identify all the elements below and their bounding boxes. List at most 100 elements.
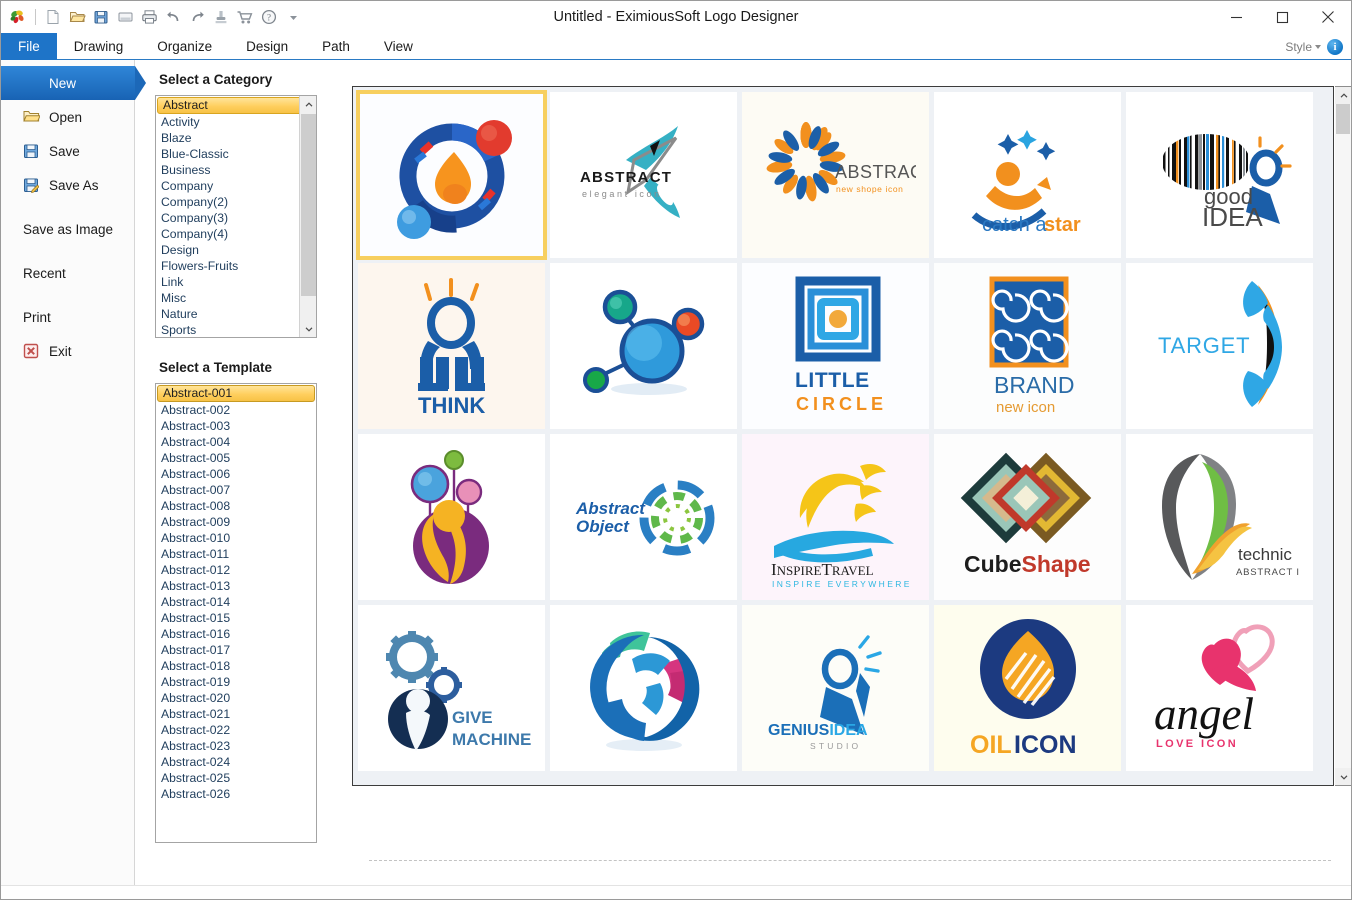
help-icon[interactable]: ? — [258, 6, 280, 28]
template-item[interactable]: Abstract-012 — [156, 562, 316, 578]
category-item[interactable]: Activity — [156, 114, 316, 130]
category-item[interactable]: Company(3) — [156, 210, 316, 226]
template-item[interactable]: Abstract-001 — [157, 385, 315, 402]
template-item[interactable]: Abstract-021 — [156, 706, 316, 722]
nav-item-print[interactable]: Print — [1, 300, 134, 334]
scroll-up-icon[interactable] — [300, 96, 316, 113]
gallery-thumbnail[interactable]: BRAND new icon — [934, 263, 1121, 429]
template-item[interactable]: Abstract-026 — [156, 786, 316, 802]
app-logo-icon[interactable] — [7, 6, 29, 28]
template-item[interactable]: Abstract-025 — [156, 770, 316, 786]
category-listbox[interactable]: Abstract Activity Blaze Blue-Classic Busines… — [155, 95, 317, 338]
template-item[interactable]: Abstract-016 — [156, 626, 316, 642]
template-item[interactable]: Abstract-006 — [156, 466, 316, 482]
template-item[interactable]: Abstract-005 — [156, 450, 316, 466]
category-item[interactable]: Link — [156, 274, 316, 290]
scrollbar-thumb[interactable] — [301, 114, 316, 296]
gallery-scroll-down-icon[interactable] — [1335, 768, 1351, 785]
gallery-thumbnail[interactable]: angel LOVE ICON — [1126, 605, 1313, 771]
category-item[interactable]: Company(4) — [156, 226, 316, 242]
template-item[interactable]: Abstract-024 — [156, 754, 316, 770]
nav-item-open[interactable]: Open — [1, 100, 134, 134]
category-item[interactable]: Nature — [156, 306, 316, 322]
gallery-thumbnail[interactable] — [358, 434, 545, 600]
template-item[interactable]: Abstract-010 — [156, 530, 316, 546]
undo-icon[interactable] — [162, 6, 184, 28]
nav-item-recent[interactable]: Recent — [1, 256, 134, 290]
nav-item-save-as-image[interactable]: Save as Image — [1, 212, 134, 246]
gallery-thumbnail[interactable]: INSPIRETRAVEL INSPIRE EVERYWHERE — [742, 434, 929, 600]
category-item[interactable]: Abstract — [157, 97, 315, 114]
scroll-down-icon[interactable] — [300, 320, 316, 337]
tab-file[interactable]: File — [1, 33, 57, 60]
category-item[interactable]: Misc — [156, 290, 316, 306]
template-item[interactable]: Abstract-017 — [156, 642, 316, 658]
print-icon[interactable] — [138, 6, 160, 28]
gallery-thumbnail[interactable]: ABSTRACT elegant icon — [550, 92, 737, 258]
gallery-thumbnail[interactable]: technic ABSTRACT ICON — [1126, 434, 1313, 600]
maximize-button[interactable] — [1259, 1, 1305, 33]
category-item[interactable]: Flowers-Fruits — [156, 258, 316, 274]
category-item[interactable]: Design — [156, 242, 316, 258]
new-icon[interactable] — [42, 6, 64, 28]
nav-item-exit[interactable]: Exit — [1, 334, 134, 368]
gallery-thumbnail[interactable] — [550, 605, 737, 771]
category-scrollbar[interactable] — [299, 96, 316, 337]
stamp-icon[interactable] — [210, 6, 232, 28]
category-item[interactable]: Company — [156, 178, 316, 194]
minimize-button[interactable] — [1213, 1, 1259, 33]
template-item[interactable]: Abstract-011 — [156, 546, 316, 562]
gallery-thumbnail[interactable]: CubeShape — [934, 434, 1121, 600]
info-icon[interactable]: i — [1327, 38, 1343, 55]
gallery-thumbnail[interactable]: ABSTRACT new shope icon — [742, 92, 929, 258]
category-item[interactable]: Blue-Classic — [156, 146, 316, 162]
nav-item-save-as[interactable]: Save As — [1, 168, 134, 202]
template-item[interactable]: Abstract-002 — [156, 402, 316, 418]
template-item[interactable]: Abstract-015 — [156, 610, 316, 626]
save-as-icon[interactable] — [114, 6, 136, 28]
gallery-thumbnail[interactable]: LITTLE CIRCLE — [742, 263, 929, 429]
template-item[interactable]: Abstract-009 — [156, 514, 316, 530]
nav-item-save[interactable]: Save — [1, 134, 134, 168]
template-item[interactable]: Abstract-018 — [156, 658, 316, 674]
close-button[interactable] — [1305, 1, 1351, 33]
template-item[interactable]: Abstract-007 — [156, 482, 316, 498]
gallery-thumbnail[interactable]: Abstract Object — [550, 434, 737, 600]
template-gallery[interactable]: ABSTRACT elegant icon ABSTRA new shope i… — [352, 86, 1334, 786]
gallery-scrollbar[interactable] — [1335, 86, 1351, 786]
tab-organize[interactable]: Organize — [140, 33, 229, 60]
template-listbox[interactable]: Abstract-001 Abstract-002 Abstract-003 Abst… — [155, 383, 317, 843]
tab-view[interactable]: View — [367, 33, 430, 60]
open-folder-icon[interactable] — [66, 6, 88, 28]
cart-icon[interactable] — [234, 6, 256, 28]
category-item[interactable]: Blaze — [156, 130, 316, 146]
gallery-scrollbar-thumb[interactable] — [1336, 104, 1350, 134]
template-item[interactable]: Abstract-004 — [156, 434, 316, 450]
template-item[interactable]: Abstract-023 — [156, 738, 316, 754]
gallery-thumbnail[interactable]: GIVE MACHINE — [358, 605, 545, 771]
nav-item-new[interactable]: New — [1, 66, 146, 100]
gallery-thumbnail[interactable] — [356, 90, 547, 260]
template-item[interactable]: Abstract-019 — [156, 674, 316, 690]
category-item[interactable]: Sports — [156, 322, 316, 337]
gallery-thumbnail[interactable]: GENIUSIDEA STUDIO — [742, 605, 929, 771]
template-item[interactable]: Abstract-003 — [156, 418, 316, 434]
customize-caret-icon[interactable] — [282, 6, 304, 28]
tab-drawing[interactable]: Drawing — [57, 33, 141, 60]
template-item[interactable]: Abstract-008 — [156, 498, 316, 514]
template-item[interactable]: Abstract-014 — [156, 594, 316, 610]
gallery-thumbnail[interactable]: catch a star — [934, 92, 1121, 258]
redo-icon[interactable] — [186, 6, 208, 28]
category-item[interactable]: Company(2) — [156, 194, 316, 210]
gallery-thumbnail[interactable] — [550, 263, 737, 429]
gallery-scroll-up-icon[interactable] — [1335, 87, 1351, 104]
template-item[interactable]: Abstract-020 — [156, 690, 316, 706]
tab-path[interactable]: Path — [305, 33, 367, 60]
gallery-thumbnail[interactable]: TARGET — [1126, 263, 1313, 429]
gallery-thumbnail[interactable]: OIL ICON — [934, 605, 1121, 771]
gallery-thumbnail[interactable]: THINK — [358, 263, 545, 429]
gallery-thumbnail[interactable]: good IDEA — [1126, 92, 1313, 258]
style-menu-button[interactable]: Style — [1285, 40, 1321, 54]
save-floppy-icon[interactable] — [90, 6, 112, 28]
category-item[interactable]: Business — [156, 162, 316, 178]
